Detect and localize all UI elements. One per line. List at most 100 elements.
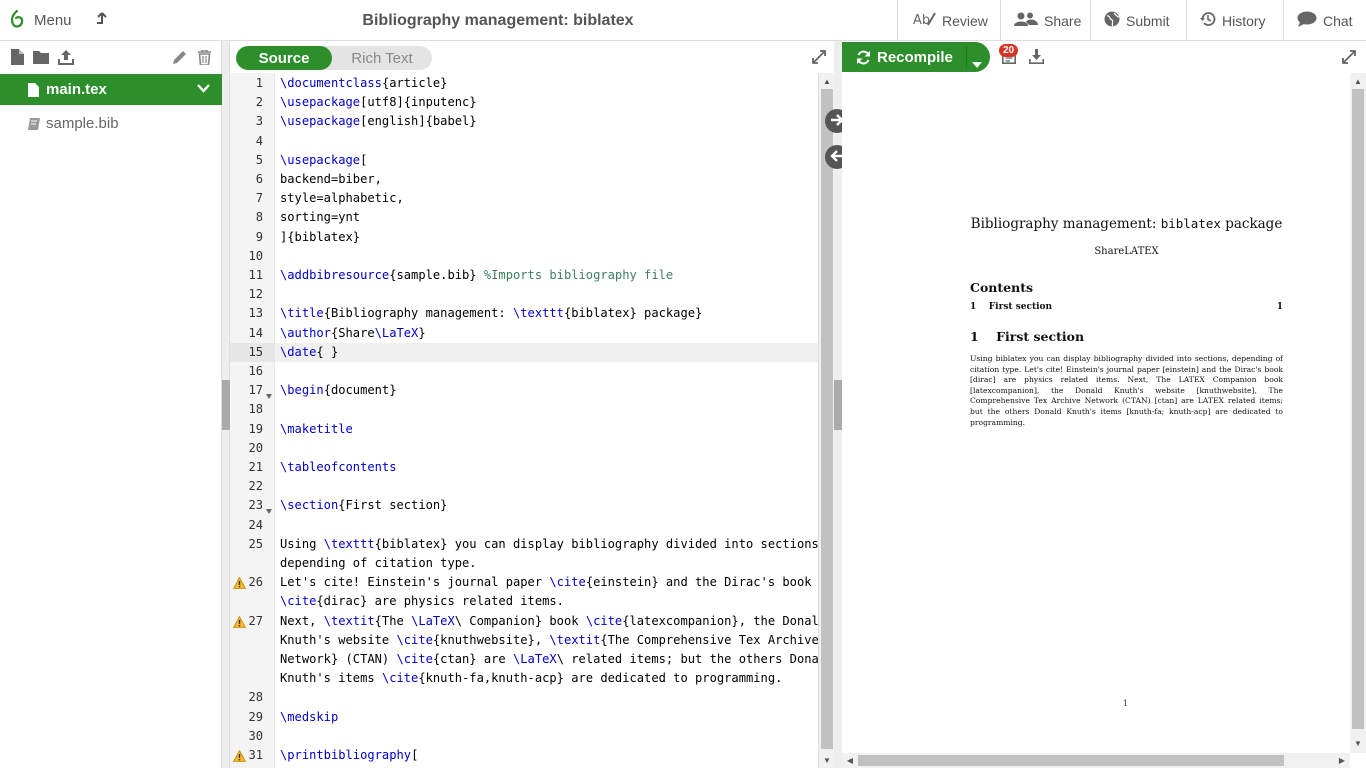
sidebar-toggle-handle[interactable] <box>222 380 230 430</box>
share-button[interactable]: Share <box>1014 0 1081 41</box>
line-number: 15 <box>230 342 274 362</box>
pdf-title-text: Bibliography management: <box>970 216 1161 232</box>
chat-button[interactable]: Chat <box>1297 0 1353 41</box>
scroll-up-arrow-icon[interactable]: ▲ <box>821 75 833 87</box>
editor-scrollbar[interactable]: ▲ ▼ <box>818 73 834 768</box>
book-icon <box>28 117 40 130</box>
fold-arrow-icon[interactable] <box>266 388 272 400</box>
code-line[interactable]: \usepackage[utf8]{inputenc} <box>280 93 477 112</box>
pdf-toggle-handle[interactable] <box>834 380 842 430</box>
top-bar: Bibliography management: biblatex Menu A… <box>0 0 1366 41</box>
code-line[interactable]: Knuth's website \cite{knuthwebsite}, \te… <box>280 631 818 650</box>
file-name: sample.bib <box>46 115 119 132</box>
pdf-body-text: Using biblatex you can display bibliogra… <box>970 354 1283 427</box>
code-line[interactable]: Using \texttt{biblatex} you can display … <box>280 535 818 554</box>
code-line[interactable]: \begin{document} <box>280 381 397 400</box>
code-line[interactable]: ]{biblatex} <box>280 228 360 247</box>
code-editor[interactable]: 1 2 3 4 5 6 7 8 9 10 11 12 13 14 15 16 17 18 19 20 21 22 23 24 2… <box>230 73 818 768</box>
code-line[interactable]: style=alphabetic, <box>280 189 404 208</box>
code-line[interactable]: \medskip <box>280 708 338 727</box>
code-line[interactable]: Let's cite! Einstein's journal paper \ci… <box>280 573 812 592</box>
history-button[interactable]: History <box>1200 0 1266 41</box>
code-line[interactable]: depending of citation type. <box>280 554 477 573</box>
code-line[interactable]: \author{Share\LaTeX} <box>280 324 426 343</box>
scroll-left-arrow-icon[interactable]: ◀ <box>844 754 856 766</box>
pdf-contents-heading: Contents <box>970 280 1034 295</box>
file-name: main.tex <box>46 81 107 98</box>
toc-entry-title: 1 First section <box>970 302 1053 312</box>
new-file-icon[interactable] <box>9 49 25 65</box>
pdf-section-heading: 1 First section <box>970 329 1085 344</box>
chat-bubble-icon <box>1297 11 1323 30</box>
history-label: History <box>1222 12 1266 29</box>
editor-scrollbar-thumb[interactable] <box>821 89 833 749</box>
code-line[interactable]: \cite{dirac} are physics related items. <box>280 592 564 611</box>
line-number: 30 <box>248 728 263 743</box>
code-line[interactable]: \usepackage[ <box>280 151 367 170</box>
warning-icon[interactable] <box>232 576 247 590</box>
caret-down-icon[interactable] <box>972 55 982 72</box>
fold-arrow-icon[interactable] <box>266 503 272 515</box>
delete-trash-icon[interactable] <box>196 49 212 65</box>
expand-editor-icon[interactable] <box>812 50 826 67</box>
download-pdf-icon[interactable] <box>1029 49 1044 67</box>
pdf-vertical-scrollbar[interactable]: ▲ ▼ <box>1350 73 1366 753</box>
code-line[interactable]: Network} (CTAN) \cite{ctan} are \LaTeX\ … <box>280 650 818 669</box>
scroll-down-arrow-icon[interactable]: ▼ <box>1352 737 1364 749</box>
line-number: 25 <box>248 536 263 551</box>
rich-text-mode-button[interactable]: Rich Text <box>332 46 432 70</box>
file-tree-item-main-tex[interactable]: main.tex <box>0 74 222 105</box>
line-number: 29 <box>248 709 263 724</box>
line-number: 8 <box>255 210 263 225</box>
line-number: 10 <box>248 248 263 263</box>
scroll-down-arrow-icon[interactable]: ▼ <box>821 754 833 766</box>
code-line[interactable]: \section{First section} <box>280 496 447 515</box>
chevron-down-icon[interactable] <box>197 84 210 93</box>
warning-icon[interactable] <box>232 615 247 628</box>
scroll-up-arrow-icon[interactable]: ▲ <box>1352 75 1364 87</box>
line-number: 2 <box>255 95 263 110</box>
code-line[interactable]: Knuth's items \cite{knuth-fa,knuth-acp} … <box>280 669 782 688</box>
pdf-toc-entry: 1 First section 1 <box>970 302 1283 312</box>
line-number: 28 <box>248 690 263 705</box>
rename-pencil-icon[interactable] <box>171 49 187 65</box>
file-tree-item-sample-bib[interactable]: sample.bib <box>0 108 222 139</box>
line-number: 12 <box>248 287 263 302</box>
code-line[interactable]: \title{Bibliography management: \texttt{… <box>280 304 702 323</box>
toolbar-divider <box>1186 0 1187 41</box>
code-line[interactable]: \usepackage[english]{babel} <box>280 112 477 131</box>
project-title: Bibliography management: biblatex <box>362 11 634 29</box>
upload-icon[interactable] <box>58 49 74 65</box>
arrow-up-icon <box>96 12 114 29</box>
code-line[interactable]: \documentclass{article} <box>280 74 447 93</box>
pdf-preview[interactable]: Bibliography management: biblatex packag… <box>842 73 1350 753</box>
menu-button[interactable]: Menu <box>8 0 72 41</box>
code-line[interactable]: backend=biber, <box>280 170 382 189</box>
code-line[interactable]: Next, \textit{The \LaTeX\ Companion} boo… <box>280 612 818 631</box>
back-to-projects-button[interactable] <box>96 0 114 41</box>
code-line[interactable]: \addbibresource{sample.bib} %Imports bib… <box>280 266 673 285</box>
pdf-vertical-scrollbar-thumb[interactable] <box>1352 89 1364 729</box>
pdf-page-number: 1 <box>1123 699 1129 708</box>
new-folder-icon[interactable] <box>33 49 49 65</box>
recompile-button[interactable]: Recompile <box>842 42 990 72</box>
warning-icon[interactable] <box>232 749 247 762</box>
submit-button[interactable]: Submit <box>1104 0 1170 41</box>
pdf-page: Bibliography management: biblatex packag… <box>970 213 1283 428</box>
pdf-horizontal-scrollbar-thumb[interactable] <box>858 755 1284 766</box>
code-line[interactable]: \printbibliography[ <box>280 746 418 765</box>
scroll-right-arrow-icon[interactable]: ▶ <box>1336 754 1348 766</box>
expand-pdf-icon[interactable] <box>1342 50 1356 67</box>
source-mode-button[interactable]: Source <box>236 46 332 70</box>
code-line[interactable]: \tableofcontents <box>280 458 397 477</box>
pdf-title-text: package <box>1220 216 1283 232</box>
review-label: Review <box>942 12 988 29</box>
recompile-label: Recompile <box>877 49 953 66</box>
line-number: 11 <box>248 268 263 282</box>
code-line[interactable]: sorting=ynt <box>280 208 360 227</box>
globe-icon <box>1104 11 1126 30</box>
pdf-horizontal-scrollbar[interactable]: ◀ ▶ <box>842 753 1350 768</box>
review-button[interactable]: Ab Review <box>912 0 988 41</box>
code-line[interactable]: \maketitle <box>280 420 353 439</box>
code-line[interactable]: \date{ } <box>280 343 338 362</box>
